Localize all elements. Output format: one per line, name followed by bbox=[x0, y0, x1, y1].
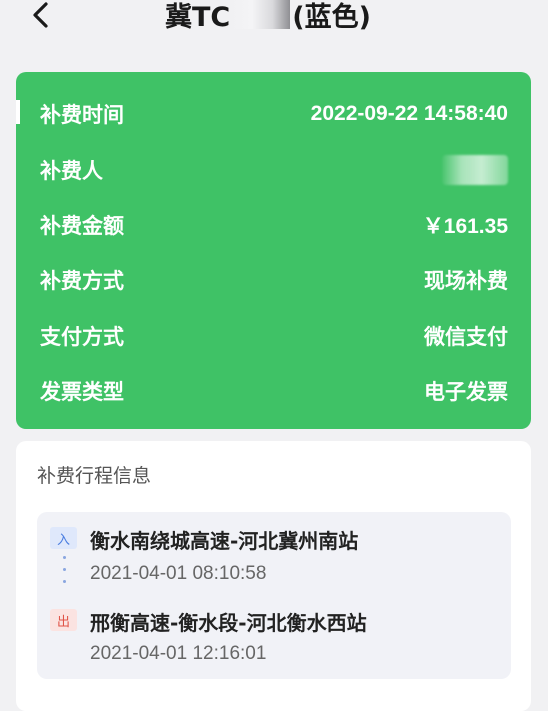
redacted-payer-mask bbox=[442, 155, 508, 185]
exit-tag: 出 bbox=[50, 609, 77, 631]
payment-label: 支付方式 bbox=[40, 325, 124, 349]
trip-info-card: 补费行程信息 入 衡水南绕城高速-河北冀州南站 2021-04-01 08:10… bbox=[16, 441, 531, 711]
payment-value: 现场补费 bbox=[424, 270, 508, 293]
redacted-plate-mask bbox=[232, 0, 291, 29]
dotted-line-icon bbox=[63, 556, 66, 598]
plate-color-suffix: (蓝色) bbox=[292, 1, 371, 33]
entry-station: 衡水南绕城高速-河北冀州南站 bbox=[90, 529, 359, 553]
exit-time: 2021-04-01 12:16:01 bbox=[90, 643, 267, 664]
payment-row-payer: 补费人 bbox=[40, 153, 508, 187]
back-button[interactable] bbox=[24, 0, 60, 34]
payment-row-method: 补费方式 现场补费 bbox=[40, 263, 508, 297]
card-edge-marker bbox=[16, 100, 20, 124]
trip-route-box: 入 衡水南绕城高速-河北冀州南站 2021-04-01 08:10:58 出 邢… bbox=[37, 512, 511, 679]
entry-tag: 入 bbox=[50, 527, 77, 549]
payment-value: 2022-09-22 14:58:40 bbox=[310, 102, 508, 125]
chevron-left-icon bbox=[33, 2, 48, 28]
payment-label: 补费金额 bbox=[40, 214, 124, 238]
page-title: 冀TC (蓝色) bbox=[165, 0, 371, 36]
payment-label: 补费人 bbox=[40, 159, 103, 183]
payment-value: 电子发票 bbox=[424, 381, 508, 404]
payment-label: 补费方式 bbox=[40, 269, 124, 293]
payment-label: 补费时间 bbox=[40, 103, 124, 127]
payment-value: ￥161.35 bbox=[422, 215, 508, 238]
payment-row-amount: 补费金额 ￥161.35 bbox=[40, 208, 508, 242]
entry-time: 2021-04-01 08:10:58 bbox=[90, 563, 267, 584]
payment-details-card: 补费时间 2022-09-22 14:58:40 补费人 补费金额 ￥161.3… bbox=[16, 72, 531, 429]
exit-station: 邢衡高速-衡水段-河北衡水西站 bbox=[90, 611, 367, 635]
payment-row-time: 补费时间 2022-09-22 14:58:40 bbox=[40, 97, 508, 131]
payment-value: 微信支付 bbox=[424, 326, 508, 349]
trip-info-title: 补费行程信息 bbox=[37, 465, 152, 487]
payment-label: 发票类型 bbox=[40, 380, 124, 404]
payment-row-pay-type: 支付方式 微信支付 bbox=[40, 319, 508, 353]
payment-row-invoice: 发票类型 电子发票 bbox=[40, 374, 508, 408]
top-bar: 冀TC (蓝色) bbox=[0, 0, 548, 52]
plate-number-prefix: 冀TC bbox=[165, 1, 231, 33]
